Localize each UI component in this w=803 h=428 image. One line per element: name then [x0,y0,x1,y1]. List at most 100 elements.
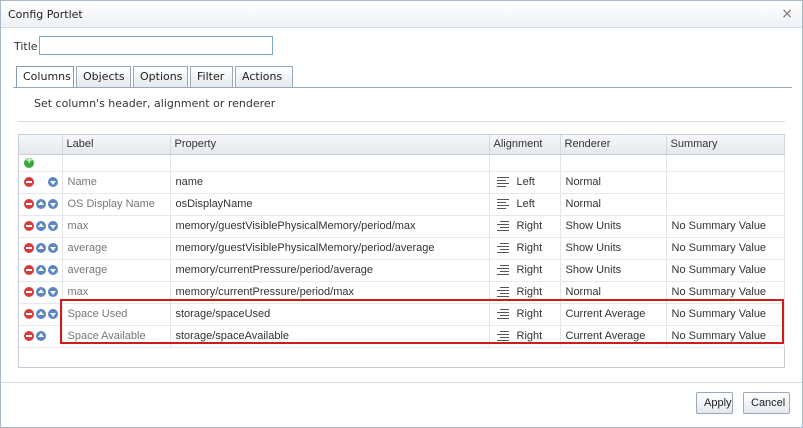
table-row[interactable]: Space Used storage/spaceUsed Right Current … [19,303,785,326]
cell-alignment[interactable]: Right [489,325,561,348]
alignment-value: Right [516,264,543,276]
remove-icon[interactable] [24,243,34,254]
cell-alignment[interactable]: Right [489,303,561,326]
cell-property[interactable]: memory/currentPressure/period/average [170,259,490,282]
grid-body: NamenameLeftNormalOS Display NameosDispl… [19,154,785,348]
remove-icon[interactable] [24,221,34,232]
move-down-icon[interactable] [48,243,58,254]
align-left-icon [496,199,509,210]
cell-summary[interactable]: No Summary Value [666,325,785,348]
cell-property[interactable]: memory/currentPressure/period/max [170,281,490,304]
table-row[interactable]: max memory/currentPressure/period/max Righ… [19,281,785,304]
tab-actions[interactable]: Actions [235,66,293,87]
move-up-icon[interactable] [36,243,46,254]
cell-property[interactable]: memory/guestVisiblePhysicalMemory/period… [170,237,490,260]
row-actions [19,237,63,260]
footer-divider [1,382,802,383]
move-down-icon[interactable] [48,309,58,320]
cell-label[interactable]: OS Display Name [62,193,171,216]
cell-renderer[interactable]: Current Average [560,325,667,348]
move-down-icon[interactable] [48,177,58,188]
col-header-alignment[interactable]: Alignment [489,135,561,155]
move-down-icon[interactable] [48,287,58,298]
cell-renderer[interactable]: Normal [560,281,667,304]
remove-icon[interactable] [24,309,34,320]
cell-property[interactable]: osDisplayName [170,193,490,216]
cell-label[interactable]: average [62,259,171,282]
cell-summary[interactable] [666,171,785,194]
alignment-value: Left [516,176,535,188]
cell-summary[interactable]: No Summary Value [666,259,785,282]
table-row[interactable]: max memory/guestVisiblePhysicalMemory/per… [19,215,785,238]
move-up-icon[interactable] [36,309,46,320]
remove-icon[interactable] [24,331,34,342]
cell-renderer[interactable]: Show Units [560,215,667,238]
move-up-icon[interactable] [36,265,46,276]
remove-icon[interactable] [24,287,34,298]
move-down-icon[interactable] [48,221,58,232]
table-row[interactable]: Space Available storage/spaceAvailable Rig… [19,325,785,348]
cell-renderer[interactable]: Normal [560,193,667,216]
cell-label[interactable]: Space Used [62,303,171,326]
col-header-property[interactable]: Property [170,135,490,155]
remove-icon[interactable] [24,177,34,188]
cell-label[interactable]: Space Available [62,325,171,348]
move-down-icon[interactable] [48,199,58,210]
cell-property[interactable]: memory/guestVisiblePhysicalMemory/period… [170,215,490,238]
cell-renderer[interactable]: Show Units [560,259,667,282]
table-row[interactable]: Name name Left Normal [19,171,785,194]
cell-label[interactable]: max [62,281,171,304]
cell-renderer[interactable]: Normal [560,171,667,194]
cell-property[interactable]: name [170,171,490,194]
move-up-icon[interactable] [36,199,46,210]
title-input[interactable] [39,36,273,55]
remove-icon[interactable] [24,265,34,276]
apply-button[interactable]: Apply [696,392,733,414]
col-header-label[interactable]: Label [62,135,171,155]
table-row[interactable]: average memory/guestVisiblePhysicalMemory… [19,237,785,260]
cell-alignment[interactable]: Right [489,215,561,238]
table-row[interactable]: average memory/currentPressure/period/ave… [19,259,785,282]
cell-alignment[interactable]: Right [489,259,561,282]
config-portlet-dialog: Config Portlet × Title Columns Objects O… [0,0,803,428]
tab-filter[interactable]: Filter [190,66,233,87]
cell-summary[interactable] [666,193,785,216]
col-header-summary[interactable]: Summary [666,135,785,155]
move-up-icon[interactable] [36,221,46,232]
add-icon[interactable] [24,155,34,168]
tab-options[interactable]: Options [133,66,188,87]
cell-label[interactable]: Name [62,171,171,194]
cell-property[interactable]: storage/spaceUsed [170,303,490,326]
cancel-button[interactable]: Cancel [743,392,790,414]
cell-summary[interactable]: No Summary Value [666,237,785,260]
move-up-icon[interactable] [36,331,46,342]
divider [18,121,785,122]
align-right-icon [496,309,509,320]
cell-alignment[interactable]: Right [489,237,561,260]
cell-summary[interactable]: No Summary Value [666,281,785,304]
tab-objects[interactable]: Objects [76,66,131,87]
cell-property[interactable]: storage/spaceAvailable [170,325,490,348]
close-icon[interactable]: × [781,6,793,22]
remove-icon[interactable] [24,199,34,210]
cell-summary[interactable]: No Summary Value [666,303,785,326]
col-header-renderer[interactable]: Renderer [560,135,667,155]
move-down-icon[interactable] [48,265,58,276]
cell-alignment[interactable]: Right [489,281,561,304]
cell-alignment[interactable]: Left [489,171,561,194]
tab-columns[interactable]: Columns [16,66,74,88]
cell-label[interactable]: average [62,237,171,260]
alignment-value: Right [516,308,543,320]
align-left-icon [496,177,509,188]
dialog-titlebar: Config Portlet × [1,1,802,28]
row-actions [19,215,63,238]
table-row[interactable]: OS Display Name osDisplayName Left Normal [19,193,785,216]
row-actions [19,281,63,304]
alignment-value: Right [516,330,543,342]
cell-label[interactable]: max [62,215,171,238]
cell-renderer[interactable]: Show Units [560,237,667,260]
move-up-icon[interactable] [36,287,46,298]
cell-renderer[interactable]: Current Average [560,303,667,326]
cell-alignment[interactable]: Left [489,193,561,216]
cell-summary[interactable]: No Summary Value [666,215,785,238]
